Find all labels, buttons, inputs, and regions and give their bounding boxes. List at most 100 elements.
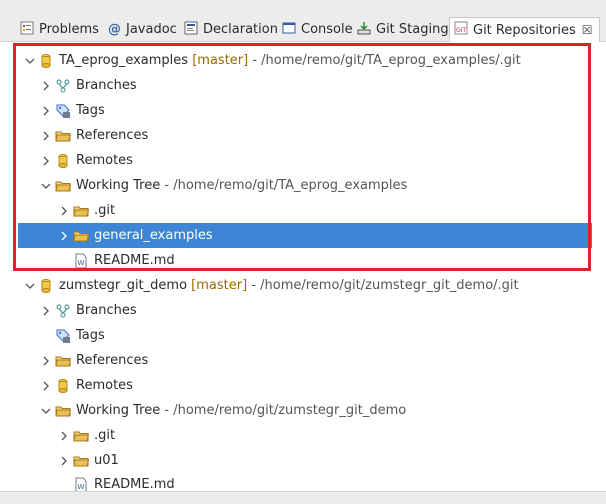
branches-node[interactable]: Branches	[0, 298, 606, 323]
remotes-node[interactable]: Remotes	[0, 148, 606, 173]
repo-label: zumstegr_git_demo [master] - /home/remo/…	[59, 278, 519, 293]
repository-icon	[38, 278, 54, 294]
working-tree-title: Working Tree	[76, 178, 161, 193]
chevron-right-icon[interactable]	[58, 455, 70, 467]
tree-item-git-folder[interactable]: .git	[0, 423, 606, 448]
chevron-right-icon[interactable]	[40, 155, 52, 167]
tab-console-label: Console	[301, 22, 353, 37]
branches-icon	[55, 303, 71, 319]
working-tree-title: Working Tree	[76, 403, 161, 418]
chevron-right-icon[interactable]	[58, 230, 70, 242]
javadoc-icon: @	[108, 22, 121, 37]
problems-icon	[20, 21, 34, 39]
chevron-right-icon[interactable]	[58, 205, 70, 217]
chevron-down-icon[interactable]	[40, 180, 52, 192]
folder-icon	[73, 228, 89, 244]
working-tree-label: Working Tree - /home/remo/git/TA_eprog_e…	[76, 178, 407, 193]
references-label: References	[76, 353, 149, 368]
folder-open-icon	[55, 403, 71, 419]
chevron-down-icon[interactable]	[40, 405, 52, 417]
chevron-right-icon[interactable]	[58, 430, 70, 442]
repo-node[interactable]: TA_eprog_examples [master] - /home/remo/…	[0, 48, 606, 73]
tab-declaration[interactable]: Declaration	[184, 18, 278, 41]
repo-path: - /home/remo/git/zumstegr_git_demo/.git	[247, 278, 519, 293]
folder-icon	[73, 453, 89, 469]
remotes-label: Remotes	[76, 153, 133, 168]
tab-git-staging[interactable]: Git Staging	[357, 18, 449, 41]
repo-node[interactable]: zumstegr_git_demo [master] - /home/remo/…	[0, 273, 606, 298]
tags-icon	[55, 103, 71, 119]
folder-label: general_examples	[94, 228, 213, 243]
markdown-file-icon	[73, 253, 89, 269]
tab-javadoc-label: Javadoc	[126, 22, 177, 37]
svg-text:GIT: GIT	[456, 27, 466, 34]
folder-open-icon	[55, 178, 71, 194]
working-tree-node[interactable]: Working Tree - /home/remo/git/TA_eprog_e…	[0, 173, 606, 198]
branches-label: Branches	[76, 303, 137, 318]
tree-item-readme[interactable]: README.md	[0, 473, 606, 491]
references-label: References	[76, 128, 149, 143]
folder-label: u01	[94, 453, 119, 468]
file-label: README.md	[94, 477, 175, 491]
chevron-right-icon[interactable]	[40, 130, 52, 142]
file-label: README.md	[94, 253, 175, 268]
chevron-right-icon[interactable]	[40, 355, 52, 367]
folder-label: .git	[94, 428, 116, 443]
tab-git-repositories-label: Git Repositories	[473, 22, 576, 38]
tags-label: Tags	[76, 103, 105, 118]
folder-label: .git	[94, 203, 116, 218]
tags-icon	[55, 328, 71, 344]
chevron-right-icon[interactable]	[40, 80, 52, 92]
branches-label: Branches	[76, 78, 137, 93]
working-tree-node[interactable]: Working Tree - /home/remo/git/zumstegr_g…	[0, 398, 606, 423]
tab-git-staging-label: Git Staging	[376, 22, 449, 37]
tree-item-general-examples[interactable]: general_examples	[18, 223, 592, 248]
horizontal-scrollbar[interactable]	[0, 491, 606, 504]
console-icon	[282, 21, 296, 39]
branches-node[interactable]: Branches	[0, 73, 606, 98]
remotes-label: Remotes	[76, 378, 133, 393]
tree-item-u01[interactable]: u01	[0, 448, 606, 473]
repo-path: - /home/remo/git/TA_eprog_examples/.git	[248, 53, 521, 68]
remotes-icon	[55, 378, 71, 394]
remotes-node[interactable]: Remotes	[0, 373, 606, 398]
repo-name: zumstegr_git_demo	[59, 278, 188, 293]
repo-branch: [master]	[192, 53, 249, 68]
tab-declaration-label: Declaration	[203, 22, 278, 37]
chevron-right-icon[interactable]	[40, 305, 52, 317]
tags-node[interactable]: Tags	[0, 98, 606, 123]
chevron-down-icon[interactable]	[24, 280, 36, 292]
repository-icon	[38, 53, 54, 69]
tags-node[interactable]: Tags	[0, 323, 606, 348]
references-node[interactable]: References	[0, 123, 606, 148]
close-icon[interactable]: ☒	[582, 23, 593, 37]
chevron-down-icon[interactable]	[24, 55, 36, 67]
git-repositories-icon: GIT	[454, 21, 468, 39]
references-node[interactable]: References	[0, 348, 606, 373]
working-tree-path: - /home/remo/git/TA_eprog_examples	[160, 178, 408, 193]
repo-branch: [master]	[191, 278, 248, 293]
repo-label: TA_eprog_examples [master] - /home/remo/…	[59, 53, 521, 68]
repo-name: TA_eprog_examples	[59, 53, 189, 68]
tags-label: Tags	[76, 328, 105, 343]
folder-icon	[73, 203, 89, 219]
working-tree-label: Working Tree - /home/remo/git/zumstegr_g…	[76, 403, 406, 418]
tab-javadoc[interactable]: @ Javadoc	[108, 18, 177, 41]
tab-problems[interactable]: Problems	[20, 18, 99, 41]
folder-icon	[55, 128, 71, 144]
chevron-right-icon[interactable]	[40, 380, 52, 392]
declaration-icon	[184, 21, 198, 39]
tab-console[interactable]: Console	[282, 18, 353, 41]
git-staging-icon	[357, 21, 371, 39]
markdown-file-icon	[73, 477, 89, 491]
branches-icon	[55, 78, 71, 94]
working-tree-path: - /home/remo/git/zumstegr_git_demo	[160, 403, 407, 418]
tree-item-readme[interactable]: README.md	[0, 248, 606, 273]
tab-git-repositories[interactable]: GIT Git Repositories ☒	[449, 17, 600, 42]
remotes-icon	[55, 153, 71, 169]
tree-item-git-folder[interactable]: .git	[0, 198, 606, 223]
chevron-right-icon[interactable]	[40, 105, 52, 117]
folder-icon	[73, 428, 89, 444]
folder-icon	[55, 353, 71, 369]
view-tab-bar: Problems @ Javadoc Declaration Console G…	[0, 0, 606, 42]
